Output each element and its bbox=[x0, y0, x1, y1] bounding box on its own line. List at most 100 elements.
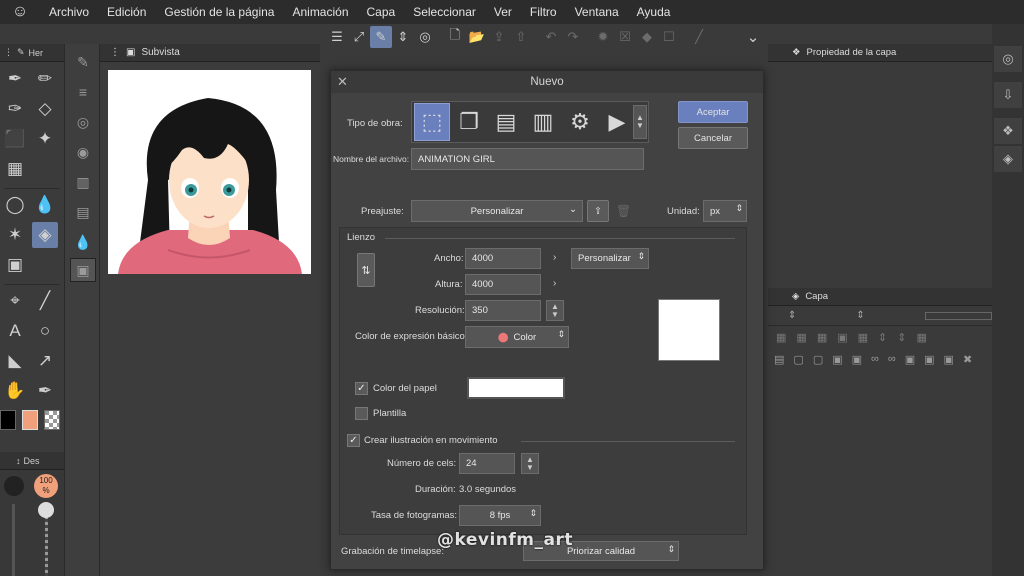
comic-type-icon[interactable]: ▤ bbox=[488, 103, 524, 141]
cancel-button[interactable]: Cancelar bbox=[678, 127, 748, 149]
transparent-color-swatch[interactable] bbox=[44, 410, 60, 430]
book-type-icon[interactable]: ▥ bbox=[525, 103, 561, 141]
fit-canvas-icon[interactable]: ⤢ bbox=[348, 26, 370, 48]
export-icon[interactable]: ⇧ bbox=[510, 26, 532, 48]
cels-input[interactable]: 24 bbox=[459, 453, 515, 474]
subtool-wheel-icon[interactable]: ◉ bbox=[70, 140, 96, 164]
chevron-down-icon[interactable]: ⌄ bbox=[742, 26, 764, 48]
menu-icon[interactable]: ☰ bbox=[326, 26, 348, 48]
mask-add-icon[interactable]: ▣ bbox=[905, 353, 915, 366]
mask-apply-icon[interactable]: ▣ bbox=[924, 353, 934, 366]
loading-icon[interactable]: ✹ bbox=[592, 26, 614, 48]
subtool-history-icon[interactable]: 💧 bbox=[70, 230, 96, 254]
save-preset-icon[interactable]: ⇪ bbox=[587, 200, 609, 222]
navigator-icon[interactable]: ◎ bbox=[994, 46, 1022, 72]
size-preset-select[interactable]: Personalizar ⇕ bbox=[571, 248, 649, 269]
draft-icon[interactable]: ▦ bbox=[817, 331, 827, 344]
opacity-slider[interactable] bbox=[924, 311, 992, 320]
subtool-color-icon[interactable]: ◎ bbox=[70, 110, 96, 134]
eyedropper-tool-icon[interactable]: ✒ bbox=[32, 378, 58, 404]
lock-icon[interactable]: ▣ bbox=[837, 331, 847, 344]
opacity-slider-handle[interactable] bbox=[38, 502, 54, 518]
draw-mode-icon[interactable]: ✎ bbox=[370, 26, 392, 48]
webtoon-type-icon[interactable]: ❐ bbox=[451, 103, 487, 141]
settings-type-icon[interactable]: ⚙ bbox=[562, 103, 598, 141]
menu-seleccionar[interactable]: Seleccionar bbox=[404, 0, 485, 24]
ruler-icon[interactable]: ⇕ bbox=[897, 331, 906, 344]
work-type-scroll[interactable]: ▲ ▼ bbox=[633, 105, 647, 139]
clip-icon[interactable]: ▦ bbox=[776, 331, 786, 344]
menu-gestion-pagina[interactable]: Gestión de la página bbox=[155, 0, 283, 24]
sparkle-tool-icon[interactable]: ✦ bbox=[32, 126, 58, 152]
pen-tool-icon[interactable]: ✒ bbox=[2, 66, 28, 92]
width-input[interactable]: 4000 bbox=[465, 248, 541, 269]
size-slider-track[interactable] bbox=[12, 504, 15, 576]
swap-orientation-icon[interactable]: ⇅ bbox=[357, 253, 375, 287]
split-icon[interactable]: ⇕ bbox=[878, 331, 887, 344]
delete-layer-icon[interactable]: ✖ bbox=[963, 353, 972, 366]
grip-icon[interactable]: ⋮ bbox=[110, 47, 120, 58]
menu-archivo[interactable]: Archivo bbox=[40, 0, 98, 24]
animation-type-icon[interactable]: ▶ bbox=[599, 103, 635, 141]
close-icon[interactable]: ✕ bbox=[337, 74, 348, 90]
blend-mode-spinner[interactable]: ⇕ bbox=[788, 310, 796, 321]
main-color-swatch[interactable] bbox=[0, 410, 16, 430]
chevron-right-icon[interactable]: › bbox=[553, 278, 556, 289]
pencil-tool-icon[interactable]: ✏ bbox=[32, 66, 58, 92]
blend-tool-icon[interactable]: 💧 bbox=[32, 192, 58, 218]
ok-button[interactable]: Aceptar bbox=[678, 101, 748, 123]
subtool-palette-icon[interactable]: ▥ bbox=[70, 170, 96, 194]
subtool-pen-icon[interactable]: ✎ bbox=[70, 50, 96, 74]
paper-color-swatch[interactable] bbox=[467, 377, 565, 399]
move-layer-tool-icon[interactable]: ⌖ bbox=[2, 288, 28, 314]
updown-icon[interactable]: ⇕ bbox=[392, 26, 414, 48]
layer-property-icon[interactable]: ❖ bbox=[994, 118, 1022, 144]
illustration-type-icon[interactable]: ⬚ bbox=[414, 103, 450, 141]
ruler-tool-icon[interactable]: ◣ bbox=[2, 348, 28, 374]
subtool-navigator-icon[interactable]: ▣ bbox=[70, 258, 96, 282]
mask-icon[interactable]: ▦ bbox=[858, 331, 868, 344]
undo-icon[interactable]: ↶ bbox=[540, 26, 562, 48]
layers-icon[interactable]: ◈ bbox=[994, 146, 1022, 172]
new-raster-icon[interactable]: ▢ bbox=[793, 353, 803, 366]
grid-tool-icon[interactable]: ▦ bbox=[2, 156, 28, 182]
merge-icon[interactable]: ▣ bbox=[852, 353, 862, 366]
paper-color-checkbox[interactable]: ✓ bbox=[355, 382, 368, 395]
new-vector-icon[interactable]: ▢ bbox=[813, 353, 823, 366]
reference-image[interactable] bbox=[108, 70, 311, 274]
link-icon[interactable]: ∞ bbox=[871, 353, 879, 365]
opacity-spinner[interactable]: ⇕ bbox=[856, 310, 864, 321]
redo-icon[interactable]: ↷ bbox=[562, 26, 584, 48]
balloon-tool-icon[interactable]: ○ bbox=[32, 318, 58, 344]
new-folder-icon[interactable]: ▣ bbox=[832, 353, 842, 366]
fill-icon[interactable]: ◆ bbox=[636, 26, 658, 48]
template-checkbox[interactable] bbox=[355, 407, 368, 420]
filename-input[interactable]: ANIMATION GIRL bbox=[411, 148, 644, 170]
menu-animacion[interactable]: Animación bbox=[283, 0, 357, 24]
resolution-input[interactable]: 350 bbox=[465, 300, 541, 321]
clear-icon[interactable]: ☒ bbox=[614, 26, 636, 48]
open-folder-icon[interactable]: 📂 bbox=[466, 26, 488, 48]
delete-preset-icon[interactable]: 🗑 bbox=[616, 204, 631, 218]
new-file-icon[interactable]: 🗋 bbox=[444, 26, 466, 48]
menu-edicion[interactable]: Edición bbox=[98, 0, 155, 24]
companion-icon[interactable]: ◎ bbox=[414, 26, 436, 48]
color-mode-select[interactable]: ⬤ Color ⇕ bbox=[465, 326, 569, 348]
app-logo-icon[interactable]: ☺ bbox=[0, 0, 40, 24]
menu-ventana[interactable]: Ventana bbox=[566, 0, 628, 24]
gradient-tool-icon[interactable]: ▣ bbox=[2, 252, 28, 278]
height-input[interactable]: 4000 bbox=[465, 274, 541, 295]
fill-tool-icon[interactable]: ⬛ bbox=[2, 126, 28, 152]
deselect-icon[interactable]: ╱ bbox=[688, 26, 710, 48]
resolution-stepper[interactable]: ▲ ▼ bbox=[546, 300, 564, 321]
transform-icon[interactable]: ☐ bbox=[658, 26, 680, 48]
menu-capa[interactable]: Capa bbox=[358, 0, 405, 24]
unit-select[interactable]: px ⇕ bbox=[703, 200, 747, 222]
bucket-tool-icon[interactable]: ◈ bbox=[32, 222, 58, 248]
magic-wand-tool-icon[interactable]: ✶ bbox=[2, 222, 28, 248]
menu-ayuda[interactable]: Ayuda bbox=[628, 0, 680, 24]
hand-tool-icon[interactable]: ✋ bbox=[2, 378, 28, 404]
lasso-tool-icon[interactable]: ◯ bbox=[2, 192, 28, 218]
sub-color-swatch[interactable] bbox=[22, 410, 38, 430]
framerate-select[interactable]: 8 fps ⇕ bbox=[459, 505, 541, 526]
